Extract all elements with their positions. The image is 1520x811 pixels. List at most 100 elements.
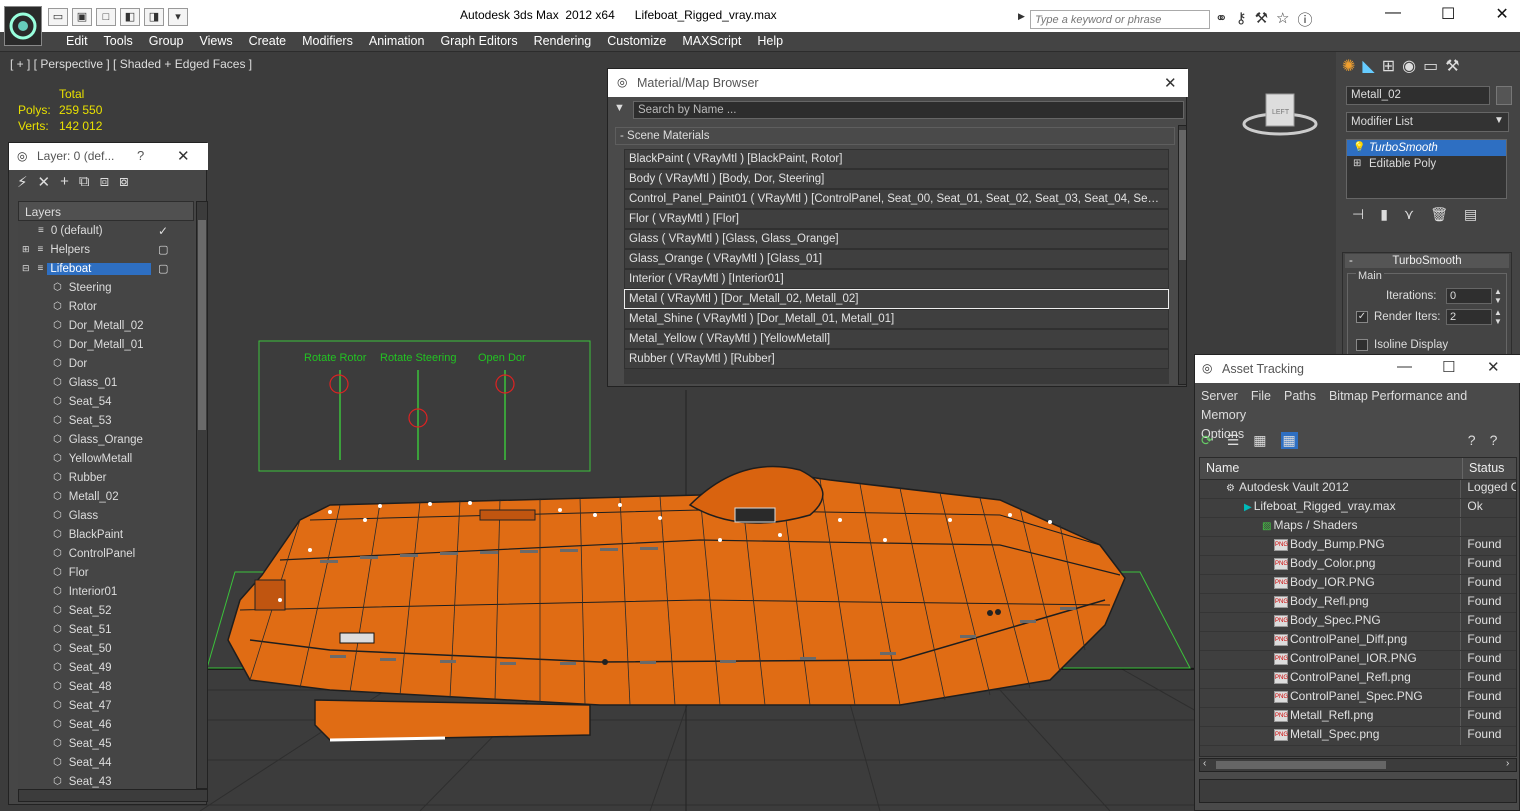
- object-row[interactable]: ⬡ Dor_Metall_01: [18, 335, 194, 354]
- rollout-header[interactable]: - TurboSmooth: [1345, 254, 1509, 268]
- layers-column-header[interactable]: Layers: [18, 201, 194, 221]
- object-row[interactable]: ⬡ Glass_Orange: [18, 430, 194, 449]
- object-row[interactable]: ⬡ YellowMetall: [18, 449, 194, 468]
- modifier-list-dropdown[interactable]: Modifier List ▼: [1346, 112, 1509, 132]
- asset-row[interactable]: PNG Metall_Refl.png Found: [1200, 708, 1516, 727]
- asset-table-horizontal-scrollbar[interactable]: ‹ ›: [1199, 758, 1517, 772]
- object-row[interactable]: ⬡ Glass: [18, 506, 194, 525]
- utilities-tab-icon[interactable]: ⚒: [1445, 56, 1459, 76]
- menu-animation[interactable]: Animation: [361, 34, 433, 48]
- material-row[interactable]: BlackPaint ( VRayMtl ) [BlackPaint, Roto…: [624, 149, 1169, 169]
- object-row[interactable]: ⬡ Seat_52: [18, 601, 194, 620]
- material-row[interactable]: Rubber ( VRayMtl ) [Rubber]: [624, 349, 1169, 369]
- app-logo-icon[interactable]: [4, 6, 42, 46]
- column-name[interactable]: Name: [1200, 458, 1462, 479]
- asset-row[interactable]: PNG ControlPanel_Diff.png Found: [1200, 632, 1516, 651]
- layer-row-helpers[interactable]: ⊞ ≡ Helpers ▢: [18, 240, 194, 259]
- menu-help[interactable]: Help: [749, 34, 791, 48]
- menu-server[interactable]: Server: [1201, 389, 1238, 403]
- render-iters-checkbox[interactable]: ✓: [1356, 311, 1368, 323]
- object-row[interactable]: ⬡ Seat_44: [18, 753, 194, 772]
- object-row[interactable]: ⬡ Seat_47: [18, 696, 194, 715]
- material-row[interactable]: Glass ( VRayMtl ) [Glass, Glass_Orange]: [624, 229, 1169, 249]
- object-row[interactable]: ⬡ Seat_49: [18, 658, 194, 677]
- isoline-checkbox[interactable]: [1356, 339, 1368, 351]
- object-row[interactable]: ⬡ Metall_02: [18, 487, 194, 506]
- material-browser-close-icon[interactable]: ✕: [1164, 74, 1177, 92]
- menu-modifiers[interactable]: Modifiers: [294, 34, 361, 48]
- minimize-icon[interactable]: —: [1397, 358, 1412, 375]
- table-view-icon[interactable]: ▦: [1280, 432, 1298, 449]
- display-tab-icon[interactable]: ▭: [1423, 56, 1438, 76]
- add-to-layer-icon[interactable]: +: [60, 173, 69, 191]
- asset-row-maps[interactable]: ▨ Maps / Shaders: [1200, 518, 1516, 537]
- menu-rendering[interactable]: Rendering: [526, 34, 600, 48]
- expand-icon[interactable]: ⊞: [22, 244, 30, 255]
- menu-file[interactable]: File: [1251, 389, 1271, 403]
- menu-paths[interactable]: Paths: [1284, 389, 1316, 403]
- context-help-icon[interactable]: ?: [1490, 432, 1498, 449]
- asset-row[interactable]: PNG Metall_Spec.png Found: [1200, 727, 1516, 746]
- object-row[interactable]: ⬡ Seat_53: [18, 411, 194, 430]
- browser-options-icon[interactable]: ▼: [614, 102, 625, 114]
- pin-stack-icon[interactable]: ⊣: [1352, 206, 1364, 223]
- redo-icon[interactable]: ◨: [144, 8, 164, 26]
- delete-layer-icon[interactable]: ✕: [38, 173, 51, 191]
- thumbnail-view-icon[interactable]: ▦: [1253, 432, 1266, 449]
- scroll-left-icon[interactable]: ‹: [1203, 758, 1206, 769]
- scroll-thumb[interactable]: [1179, 130, 1186, 260]
- object-row[interactable]: ⬡ Seat_46: [18, 715, 194, 734]
- spinner-arrows-icon[interactable]: ▲ ▼: [1494, 287, 1502, 305]
- undo-icon[interactable]: ◧: [120, 8, 140, 26]
- lifeboat-model[interactable]: [227, 465, 1126, 742]
- new-file-icon[interactable]: □: [96, 8, 116, 26]
- search-expand-icon[interactable]: ▶: [1018, 11, 1030, 29]
- favorite-star-icon[interactable]: ☆: [1276, 9, 1289, 30]
- maximize-icon[interactable]: ☐: [1442, 358, 1455, 376]
- object-row[interactable]: ⬡ Seat_50: [18, 639, 194, 658]
- open-file-icon[interactable]: ▭: [48, 8, 68, 26]
- material-row[interactable]: Interior ( VRayMtl ) [Interior01]: [624, 269, 1169, 289]
- scene-materials-group[interactable]: - Scene Materials: [615, 127, 1175, 145]
- asset-row-max-file[interactable]: ▶ Lifeboat_Rigged_vray.max Ok: [1200, 499, 1516, 518]
- layer-toggle-icon[interactable]: ▢: [158, 262, 168, 275]
- expand-icon[interactable]: ⊞: [1353, 156, 1361, 172]
- object-name-field[interactable]: Metall_02: [1346, 86, 1490, 105]
- layer-help-button[interactable]: ?: [137, 148, 144, 163]
- object-row[interactable]: ⬡ Seat_43: [18, 772, 194, 789]
- material-row[interactable]: Flor ( VRayMtl ) [Flor]: [624, 209, 1169, 229]
- stack-item-editable-poly[interactable]: ⊞ Editable Poly: [1347, 156, 1506, 172]
- menu-create[interactable]: Create: [241, 34, 295, 48]
- layer-toggle-icon[interactable]: ▢: [158, 243, 168, 256]
- help-icon[interactable]: ?: [1468, 432, 1476, 449]
- scroll-thumb[interactable]: [1216, 761, 1386, 769]
- configure-sets-icon[interactable]: ▤: [1464, 206, 1477, 223]
- menu-edit[interactable]: Edit: [58, 34, 96, 48]
- menu-customize[interactable]: Customize: [599, 34, 674, 48]
- show-end-result-icon[interactable]: ▮: [1380, 206, 1388, 223]
- menu-views[interactable]: Views: [191, 34, 240, 48]
- asset-row[interactable]: PNG Body_Bump.PNG Found: [1200, 537, 1516, 556]
- rig-control-panel[interactable]: Rotate Rotor Rotate Steering Open Dor: [258, 340, 591, 472]
- material-search-input[interactable]: Search by Name ...: [633, 101, 1184, 119]
- asset-tracking-status-field[interactable]: [1199, 779, 1517, 803]
- object-row[interactable]: ⬡ Dor_Metall_02: [18, 316, 194, 335]
- binoculars-icon[interactable]: ⚭: [1215, 9, 1228, 30]
- remove-modifier-icon[interactable]: 🗑: [1430, 206, 1448, 223]
- menu-graph-editors[interactable]: Graph Editors: [432, 34, 525, 48]
- tools-icon[interactable]: ⚒: [1255, 9, 1268, 30]
- select-in-layer-icon[interactable]: ⧉: [79, 173, 90, 191]
- scroll-right-icon[interactable]: ›: [1506, 758, 1509, 769]
- save-file-icon[interactable]: ▣: [72, 8, 92, 26]
- iterations-spinner[interactable]: 0: [1446, 288, 1492, 304]
- infocenter-search-input[interactable]: Type a keyword or phrase: [1030, 10, 1210, 29]
- material-row[interactable]: Body ( VRayMtl ) [Body, Dor, Steering]: [624, 169, 1169, 189]
- current-layer-check-icon[interactable]: ✓: [158, 224, 168, 238]
- collapse-icon[interactable]: ⊟: [22, 263, 30, 274]
- column-status[interactable]: Status: [1462, 458, 1510, 479]
- object-row[interactable]: ⬡ Dor: [18, 354, 194, 373]
- viewport-label[interactable]: [ + ] [ Perspective ] [ Shaded + Edged F…: [10, 57, 252, 71]
- highlight-layer-icon[interactable]: ⧈: [100, 173, 110, 191]
- asset-row-vault[interactable]: ⚙ Autodesk Vault 2012 Logged O: [1200, 480, 1516, 499]
- layer-manager-titlebar[interactable]: ◎ Layer: 0 (def... ? ✕: [9, 143, 208, 170]
